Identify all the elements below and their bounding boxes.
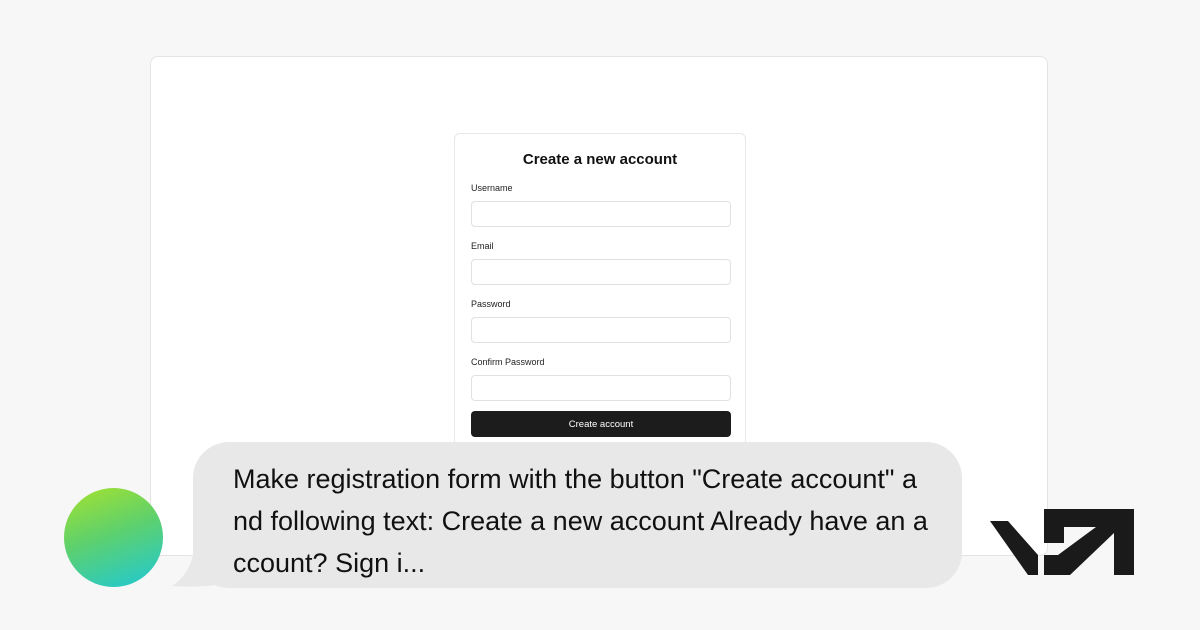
username-label: Username [471,183,513,193]
confirm-password-label: Confirm Password [471,357,545,367]
gradient-avatar-icon [64,488,163,587]
v0-logo-icon [990,509,1134,575]
password-input[interactable] [471,317,731,343]
confirm-password-input[interactable] [471,375,731,401]
confirm-password-field-group: Confirm Password [471,357,731,401]
username-field-group: Username [471,183,731,227]
email-input[interactable] [471,259,731,285]
email-label: Email [471,241,494,251]
username-input[interactable] [471,201,731,227]
password-label: Password [471,299,511,309]
email-field-group: Email [471,241,731,285]
form-title: Create a new account [522,151,678,168]
create-account-button[interactable]: Create account [471,411,731,437]
registration-card: Create a new account Username Email Pass… [454,133,746,473]
prompt-text: Make registration form with the button "… [233,464,928,578]
prompt-bubble: Make registration form with the button "… [193,442,962,588]
password-field-group: Password [471,299,731,343]
